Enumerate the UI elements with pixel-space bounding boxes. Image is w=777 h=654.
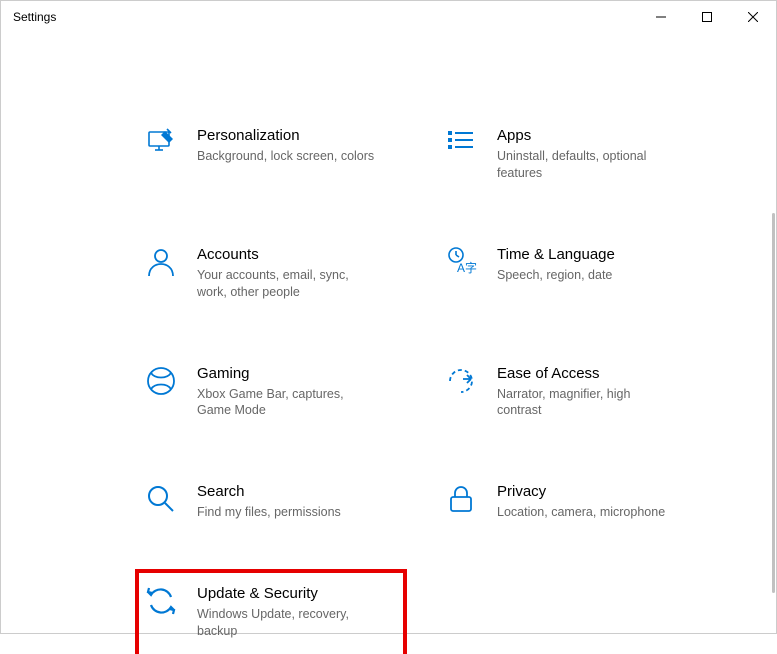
tile-accounts[interactable]: Accounts Your accounts, email, sync, wor… (141, 242, 401, 305)
tile-title: Update & Security (197, 585, 377, 602)
tile-desc: Location, camera, microphone (497, 504, 665, 521)
ease-of-access-icon (445, 365, 477, 397)
settings-content: Personalization Background, lock screen,… (1, 33, 776, 654)
tile-desc: Uninstall, defaults, optional features (497, 148, 677, 182)
minimize-button[interactable] (638, 1, 684, 33)
privacy-icon (445, 483, 477, 515)
accounts-icon (145, 246, 177, 278)
time-language-icon: A字 (445, 246, 477, 278)
tile-desc: Find my files, permissions (197, 504, 341, 521)
personalization-icon (145, 127, 177, 159)
tile-desc: Windows Update, recovery, backup (197, 606, 377, 640)
tile-desc: Xbox Game Bar, captures, Game Mode (197, 386, 377, 420)
close-button[interactable] (730, 1, 776, 33)
tile-desc: Background, lock screen, colors (197, 148, 374, 165)
tile-desc: Narrator, magnifier, high contrast (497, 386, 677, 420)
scrollbar[interactable] (769, 33, 775, 633)
scrollbar-thumb[interactable] (772, 213, 775, 593)
tile-title: Personalization (197, 127, 374, 144)
tile-personalization[interactable]: Personalization Background, lock screen,… (141, 123, 401, 186)
tile-gaming[interactable]: Gaming Xbox Game Bar, captures, Game Mod… (141, 361, 401, 424)
titlebar: Settings (1, 1, 776, 33)
tile-title: Ease of Access (497, 365, 677, 382)
update-security-icon (145, 585, 177, 617)
apps-icon (445, 127, 477, 159)
settings-grid: Personalization Background, lock screen,… (141, 123, 701, 654)
tile-title: Privacy (497, 483, 665, 500)
gaming-icon (145, 365, 177, 397)
tile-title: Gaming (197, 365, 377, 382)
svg-text:A字: A字 (457, 260, 477, 275)
tile-title: Time & Language (497, 246, 615, 263)
tile-privacy[interactable]: Privacy Location, camera, microphone (441, 479, 701, 525)
window-title: Settings (13, 10, 56, 24)
tile-desc: Speech, region, date (497, 267, 615, 284)
maximize-button[interactable] (684, 1, 730, 33)
tile-title: Accounts (197, 246, 377, 263)
tile-ease-of-access[interactable]: Ease of Access Narrator, magnifier, high… (441, 361, 701, 424)
tile-title: Apps (497, 127, 677, 144)
tile-title: Search (197, 483, 341, 500)
window-controls (638, 1, 776, 33)
tile-update-security[interactable]: Update & Security Windows Update, recove… (141, 575, 401, 654)
search-icon (145, 483, 177, 515)
tile-time-language[interactable]: A字 Time & Language Speech, region, date (441, 242, 701, 305)
tile-apps[interactable]: Apps Uninstall, defaults, optional featu… (441, 123, 701, 186)
tile-desc: Your accounts, email, sync, work, other … (197, 267, 377, 301)
tile-search[interactable]: Search Find my files, permissions (141, 479, 401, 525)
